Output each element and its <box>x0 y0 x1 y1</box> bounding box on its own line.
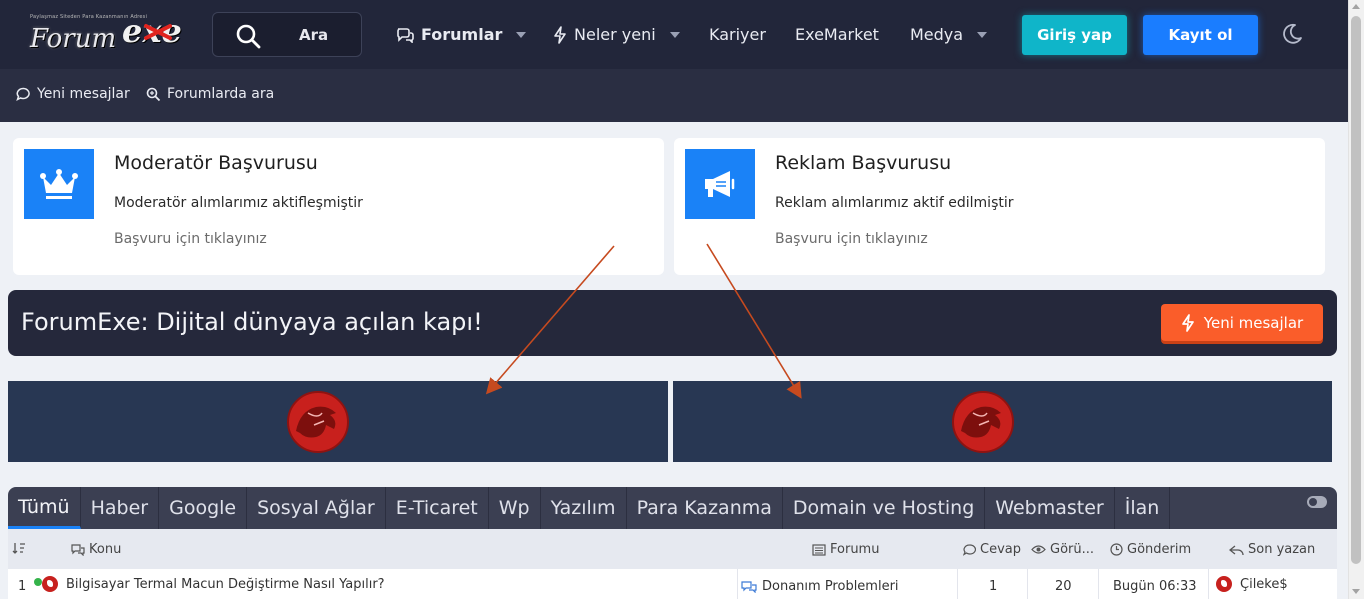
forum-category-tabs: Tümü Haber Google Sosyal Ağlar E-Ticaret… <box>8 487 1337 529</box>
search-zoom-icon <box>146 87 161 101</box>
crown-icon <box>24 149 94 219</box>
welcome-banner: ForumExe: Dijital dünyaya açılan kapı! Y… <box>8 290 1337 356</box>
search-forums-link[interactable]: Forumlarda ara <box>146 86 274 102</box>
speech-bubble-icon <box>16 87 30 101</box>
speech-bubble-icon <box>963 543 976 556</box>
card-description: Reklam alımlarımız aktif edilmiştir <box>775 195 1014 211</box>
last-poster-name[interactable]: Çileke$ <box>1240 577 1288 592</box>
nav-neler-yeni-label: Neler yeni <box>574 25 656 44</box>
nav-forumlar[interactable]: Forumlar <box>396 0 527 69</box>
tab-wp[interactable]: Wp <box>489 487 541 529</box>
banner-text: ForumExe: Dijital dünyaya açılan kapı! <box>21 308 483 336</box>
sub-navigation: Yeni mesajlar Forumlarda ara <box>0 69 1348 122</box>
logo-x-mark <box>144 24 172 40</box>
tab-google[interactable]: Google <box>159 487 248 529</box>
card-cta-link[interactable]: Başvuru için tıklayınız <box>775 231 928 247</box>
tab-sosyal-aglar[interactable]: Sosyal Ağlar <box>247 487 386 529</box>
replies-count: 1 <box>989 579 998 594</box>
speech-bubbles-icon <box>71 544 85 556</box>
topic-title[interactable]: Bilgisayar Termal Macun Değiştirme Nasıl… <box>66 577 385 592</box>
card-title: Reklam Başvurusu <box>775 152 952 174</box>
topic-cell[interactable]: Bilgisayar Termal Macun Değiştirme Nasıl… <box>42 576 385 592</box>
col-views[interactable]: Görü... <box>1031 542 1094 557</box>
col-forum[interactable]: Forumu <box>812 542 879 557</box>
list-icon <box>812 543 826 556</box>
clock-icon <box>1110 543 1123 556</box>
tab-tumu[interactable]: Tümü <box>8 487 81 529</box>
tab-yazilim[interactable]: Yazılım <box>541 487 627 529</box>
tab-webmaster[interactable]: Webmaster <box>985 487 1115 529</box>
chevron-down-icon <box>669 31 680 38</box>
avatar <box>42 576 58 592</box>
views-count: 20 <box>1055 579 1072 594</box>
tab-domain-hosting[interactable]: Domain ve Hosting <box>783 487 986 529</box>
register-button[interactable]: Kayıt ol <box>1143 15 1258 55</box>
scroll-down-arrow[interactable] <box>1352 589 1360 594</box>
col-replies[interactable]: Cevap <box>963 542 1021 557</box>
forum-cell[interactable]: Donanım Problemleri <box>741 579 899 594</box>
chat-bubbles-icon <box>397 27 414 43</box>
logo-forum-text: Forum <box>30 24 117 54</box>
search-icon <box>235 23 261 53</box>
dragon-emblem-icon <box>287 391 349 453</box>
chevron-down-icon <box>977 31 988 38</box>
eye-icon <box>1031 545 1046 554</box>
nav-kariyer[interactable]: Kariyer <box>709 0 766 69</box>
new-messages-button-label: Yeni mesajlar <box>1203 313 1304 332</box>
top-header: Paylaşmaz Siteden Para Kazanmanın Adresi… <box>0 0 1348 69</box>
nav-medya[interactable]: Medya <box>910 0 988 69</box>
login-button[interactable]: Giriş yap <box>1022 15 1127 55</box>
tab-haber[interactable]: Haber <box>81 487 160 529</box>
search-forums-label: Forumlarda ara <box>167 86 275 102</box>
tab-ilan[interactable]: İlan <box>1115 487 1171 529</box>
search-label: Ara <box>299 26 329 44</box>
tab-para-kazanma[interactable]: Para Kazanma <box>627 487 783 529</box>
row-index: 1 <box>18 579 27 594</box>
col-posted[interactable]: Gönderim <box>1110 542 1191 557</box>
posted-time: Bugün 06:33 <box>1113 579 1197 594</box>
moon-icon[interactable] <box>1280 22 1304 46</box>
ad-slot-left[interactable] <box>8 381 668 462</box>
sort-icon[interactable] <box>12 542 30 554</box>
card-cta-link[interactable]: Başvuru için tıklayınız <box>114 231 267 247</box>
new-messages-button[interactable]: Yeni mesajlar <box>1161 304 1323 341</box>
table-row[interactable]: 1 Bilgisayar Termal Macun Değiştirme Nas… <box>8 569 1337 599</box>
site-logo[interactable]: Paylaşmaz Siteden Para Kazanmanın Adresi… <box>26 10 186 58</box>
speech-bubbles-icon <box>741 581 757 593</box>
lightning-icon <box>554 25 566 44</box>
moderator-application-card[interactable]: Moderatör Başvurusu Moderatör alımlarımı… <box>13 138 664 275</box>
online-indicator <box>34 578 42 586</box>
megaphone-icon <box>685 149 755 219</box>
tab-e-ticaret[interactable]: E-Ticaret <box>386 487 489 529</box>
col-topic[interactable]: Konu <box>71 542 121 557</box>
col-last-poster[interactable]: Son yazan <box>1229 542 1315 557</box>
nav-exemarket-label: ExeMarket <box>795 25 879 44</box>
nav-exemarket[interactable]: ExeMarket <box>795 0 879 69</box>
advertising-application-card[interactable]: Reklam Başvurusu Reklam alımlarımız akti… <box>674 138 1325 275</box>
new-messages-link[interactable]: Yeni mesajlar <box>16 86 130 102</box>
last-poster-cell[interactable]: Çileke$ <box>1216 576 1288 592</box>
new-messages-label: Yeni mesajlar <box>37 86 130 102</box>
card-title: Moderatör Başvurusu <box>114 152 318 174</box>
avatar <box>1216 576 1232 592</box>
scrollbar-thumb[interactable] <box>1351 16 1361 564</box>
view-toggle[interactable] <box>1307 496 1327 508</box>
search-button[interactable]: Ara <box>212 12 362 57</box>
table-header: Konu Forumu Cevap Görü... Gönderim Son y… <box>8 529 1337 569</box>
card-description: Moderatör alımlarımız aktifleşmiştir <box>114 195 363 211</box>
forum-name: Donanım Problemleri <box>762 579 899 594</box>
reply-icon <box>1229 544 1244 555</box>
nav-forumlar-label: Forumlar <box>421 25 503 44</box>
lightning-icon <box>1181 313 1194 332</box>
nav-medya-label: Medya <box>910 25 964 44</box>
dragon-emblem-icon <box>952 391 1014 453</box>
ad-slot-right[interactable] <box>673 381 1332 462</box>
nav-neler-yeni[interactable]: Neler yeni <box>553 0 680 69</box>
chevron-down-icon <box>516 31 527 38</box>
scroll-up-arrow[interactable] <box>1352 4 1360 9</box>
nav-kariyer-label: Kariyer <box>709 25 766 44</box>
